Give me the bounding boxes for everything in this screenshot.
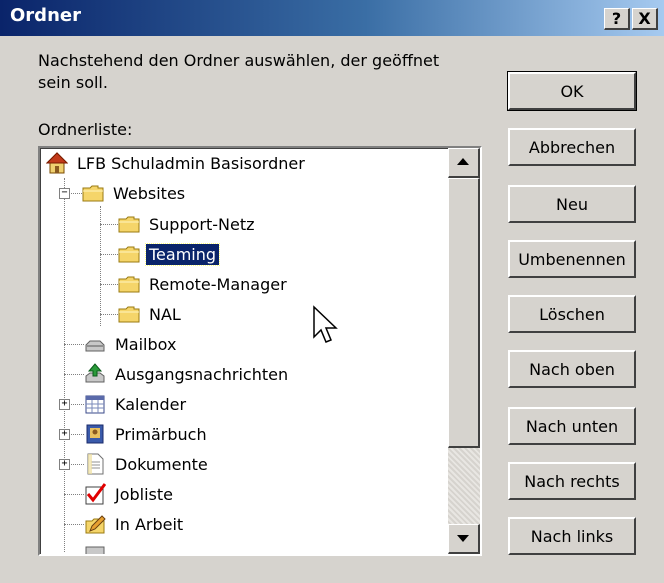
- tree-item-label: NAL: [149, 304, 181, 324]
- outbox-icon: [85, 363, 105, 383]
- folder-icon: [118, 246, 140, 263]
- nach-unten-button[interactable]: Nach unten: [508, 407, 636, 445]
- tree-item-label: Jobliste: [115, 484, 174, 504]
- help-button[interactable]: ?: [604, 8, 630, 30]
- expand-primaerbuch-toggle[interactable]: +: [59, 429, 70, 440]
- tree-line: [64, 374, 84, 375]
- arrow-down-icon: [457, 535, 469, 542]
- arrow-up-icon: [457, 158, 469, 165]
- window-title: Ordner: [10, 5, 81, 26]
- nach-links-button[interactable]: Nach links: [508, 517, 636, 555]
- tree-item-primaerbuch[interactable]: Primärbuch: [84, 421, 210, 447]
- tree-line: [64, 524, 84, 525]
- abbrechen-button[interactable]: Abbrechen: [508, 128, 636, 166]
- tree-item-kalender[interactable]: Kalender: [84, 391, 189, 417]
- tree-line: [100, 314, 118, 315]
- folder-tree[interactable]: − + + + LFB Schuladmin Basisordner Websi…: [38, 146, 482, 556]
- tree-item-dokumente[interactable]: Dokumente: [84, 451, 211, 477]
- tree-item-label: Websites: [113, 183, 186, 203]
- tree-item-label: Dokumente: [115, 454, 208, 474]
- tree-item-label: Kalender: [115, 394, 187, 414]
- expand-kalender-toggle[interactable]: +: [59, 399, 70, 410]
- scroll-thumb[interactable]: [448, 178, 480, 448]
- neu-button[interactable]: Neu: [508, 185, 636, 223]
- tree-line: [100, 254, 118, 255]
- tree-item-websites[interactable]: Websites: [82, 180, 188, 206]
- umbenennen-button[interactable]: Umbenennen: [508, 240, 636, 278]
- tree-item-nal[interactable]: NAL: [118, 301, 184, 327]
- folder-icon: [118, 276, 140, 293]
- close-button[interactable]: X: [632, 8, 658, 30]
- folder-icon: [118, 306, 140, 323]
- loeschen-button[interactable]: Löschen: [508, 295, 636, 333]
- nach-rechts-button[interactable]: Nach rechts: [508, 462, 636, 500]
- folder-icon: [85, 546, 105, 554]
- tree-item-root[interactable]: LFB Schuladmin Basisordner: [46, 150, 308, 176]
- tree-line: [68, 193, 82, 194]
- tree-content: − + + + LFB Schuladmin Basisordner Websi…: [40, 148, 450, 554]
- tree-line: [100, 224, 118, 225]
- tree-item-label: Mailbox: [115, 334, 177, 354]
- home-icon: [46, 152, 68, 174]
- tree-item-jobliste[interactable]: Jobliste: [84, 481, 176, 507]
- folder-icon: [118, 216, 140, 233]
- checklist-icon: [85, 483, 106, 505]
- tree-item-in-arbeit[interactable]: In Arbeit: [84, 511, 186, 537]
- document-icon: [87, 453, 104, 475]
- mouse-pointer-icon: [313, 305, 338, 343]
- scroll-up-button[interactable]: [448, 148, 480, 178]
- tree-item-label: Support-Netz: [149, 214, 255, 234]
- tree-line: [100, 284, 118, 285]
- mailbox-icon: [85, 340, 105, 352]
- tree-item-teaming[interactable]: Teaming: [118, 241, 221, 267]
- tree-item-label: LFB Schuladmin Basisordner: [77, 153, 305, 173]
- tree-item-mailbox[interactable]: Mailbox: [84, 331, 179, 357]
- folder-list-label: Ordnerliste:: [38, 120, 133, 139]
- instruction-text: Nachstehend den Ordner auswählen, der ge…: [38, 51, 440, 92]
- tree-item-remote-manager[interactable]: Remote-Manager: [118, 271, 290, 297]
- scroll-down-button[interactable]: [448, 524, 480, 554]
- folder-icon: [82, 185, 104, 202]
- tree-item-label: Remote-Manager: [149, 274, 287, 294]
- tree-scrollbar[interactable]: [448, 148, 480, 554]
- tree-line: [64, 178, 65, 552]
- tree-item-ausgangsnachrichten[interactable]: Ausgangsnachrichten: [84, 361, 291, 387]
- ok-button[interactable]: OK: [507, 71, 637, 111]
- tree-item-label: Primärbuch: [115, 424, 207, 444]
- tree-line: [64, 494, 84, 495]
- tree-line: [64, 344, 84, 345]
- title-bar: Ordner ? X: [0, 0, 664, 36]
- collapse-websites-toggle[interactable]: −: [59, 188, 70, 199]
- expand-dokumente-toggle[interactable]: +: [59, 459, 70, 470]
- tree-item-support-netz[interactable]: Support-Netz: [118, 211, 258, 237]
- address-book-icon: [86, 424, 104, 444]
- tree-item-partial[interactable]: [84, 541, 112, 554]
- calendar-icon: [85, 395, 105, 414]
- tree-item-label: Ausgangsnachrichten: [115, 364, 289, 384]
- tree-item-label: In Arbeit: [115, 514, 184, 534]
- pencil-icon: [85, 515, 106, 534]
- nach-oben-button[interactable]: Nach oben: [508, 350, 636, 388]
- tree-item-label-selected: Teaming: [144, 242, 221, 266]
